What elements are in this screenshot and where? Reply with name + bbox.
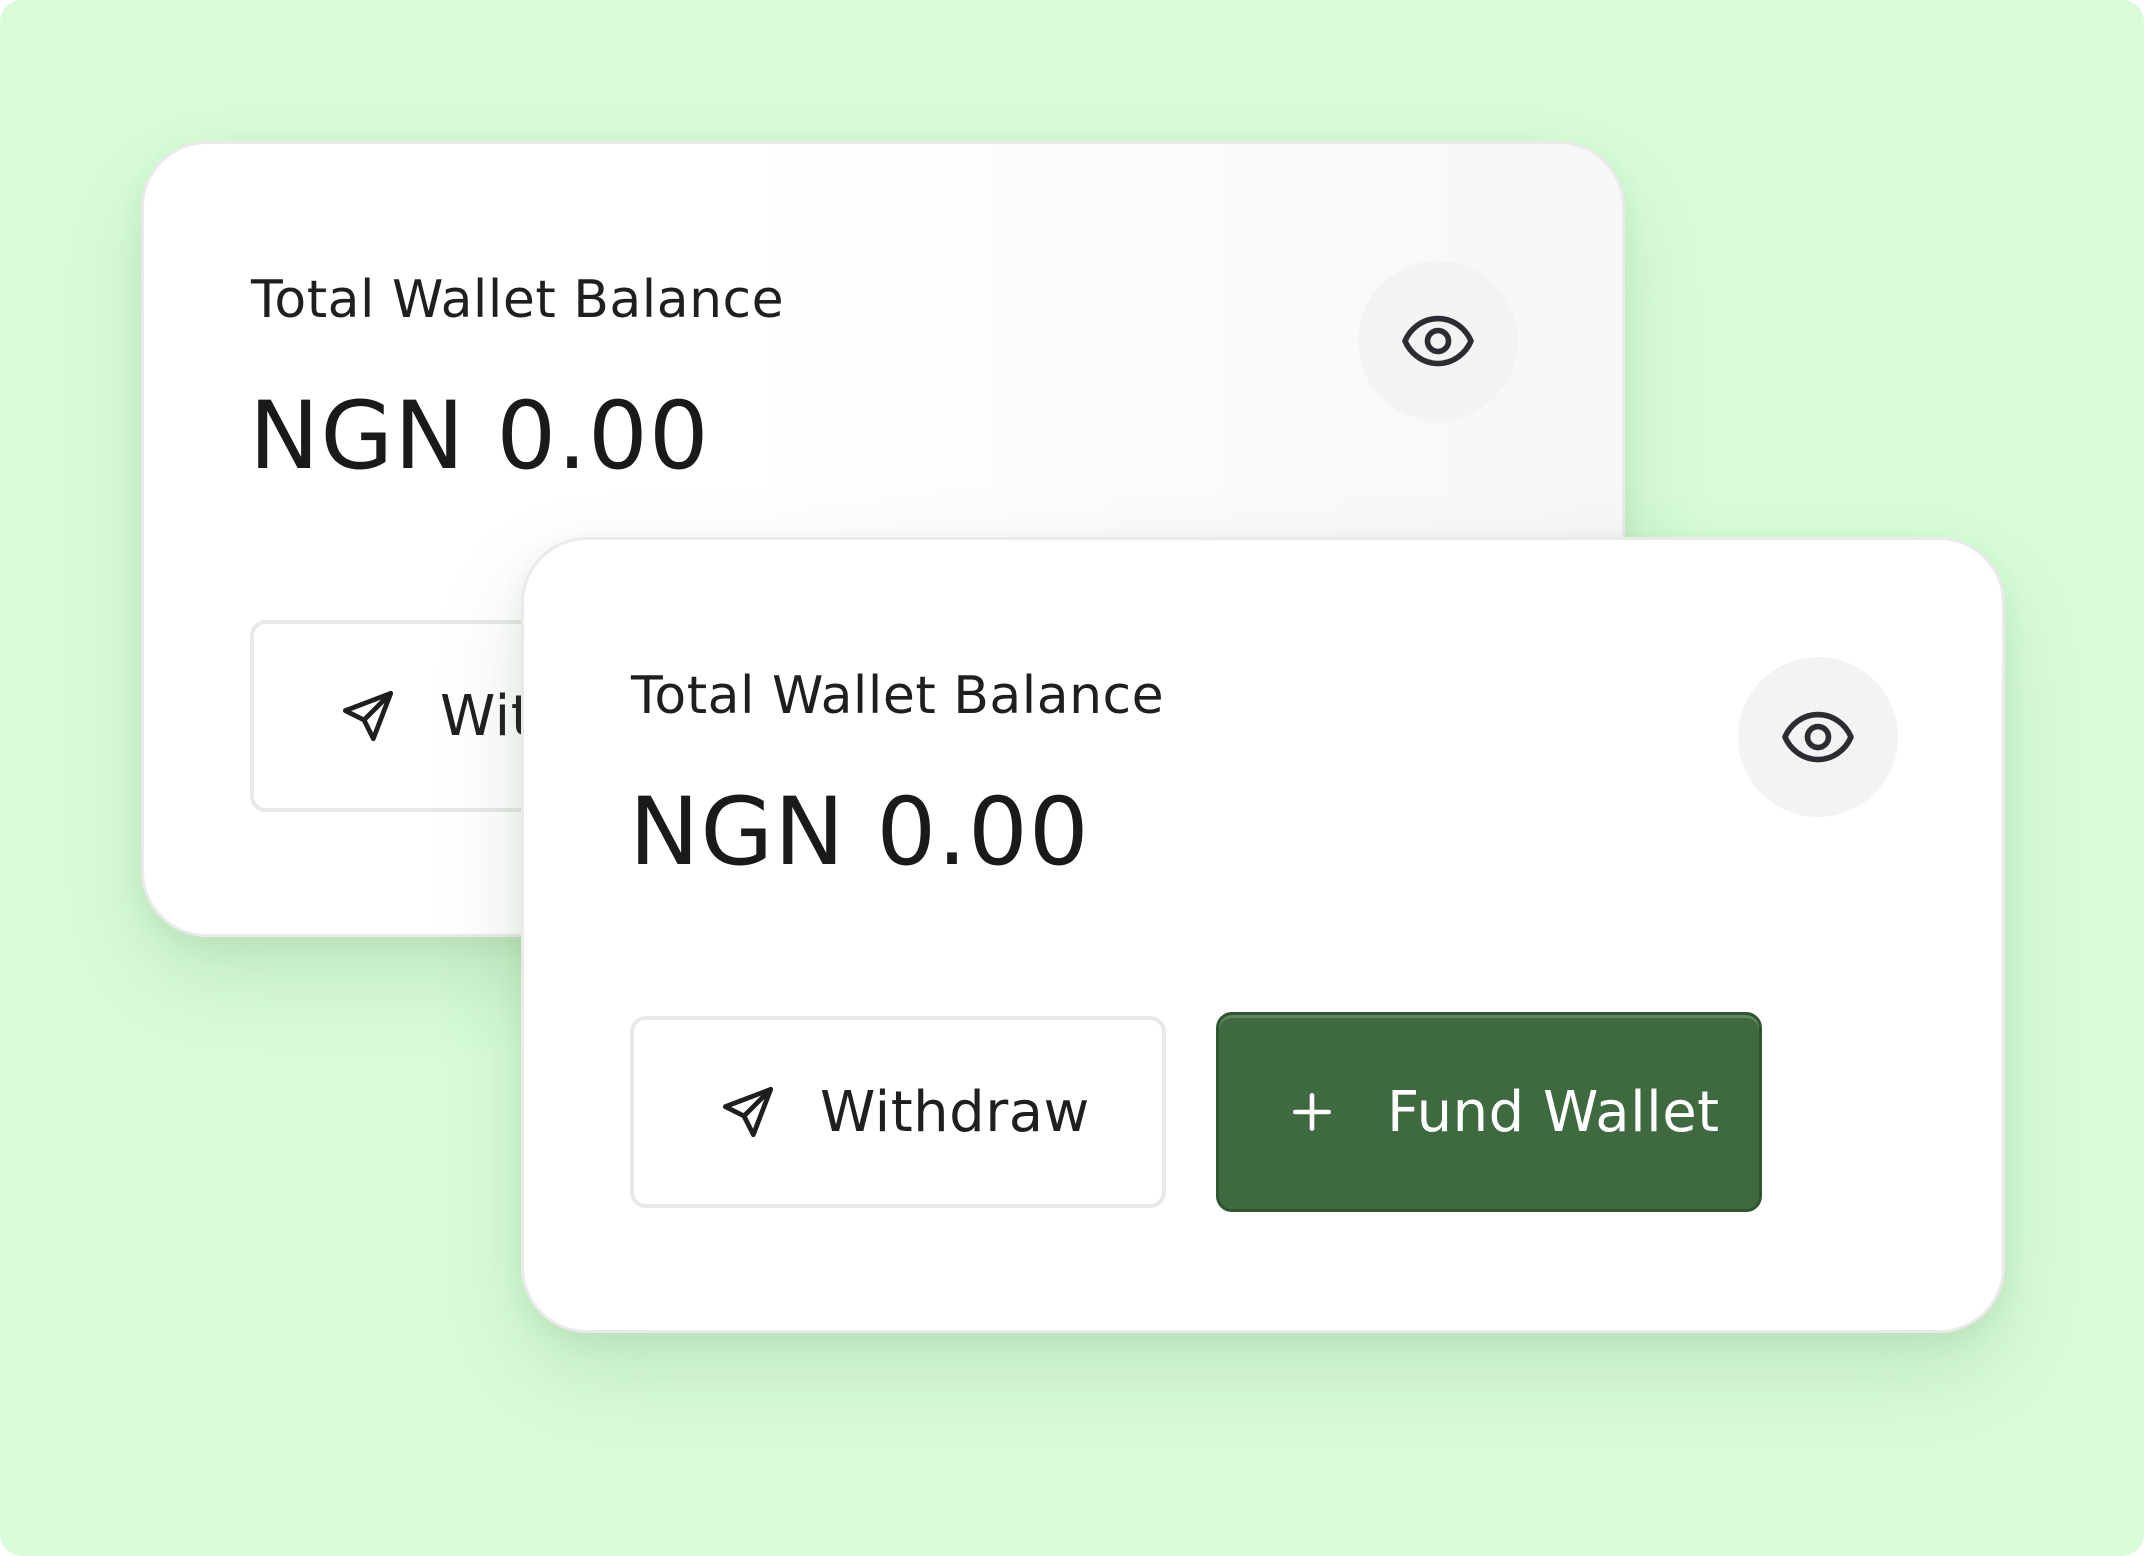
toggle-balance-visibility-button[interactable] — [1738, 657, 1898, 817]
fund-wallet-button[interactable]: Fund Wallet — [1216, 1012, 1762, 1212]
plus-icon — [1293, 1093, 1331, 1131]
balance-amount: NGN 0.00 — [249, 382, 710, 491]
eye-icon — [1402, 315, 1474, 367]
send-icon — [722, 1086, 774, 1138]
wallet-showcase: Total Wallet Balance NGN 0.00 Withdraw T… — [0, 0, 2144, 1556]
withdraw-label: Withdraw — [820, 1079, 1090, 1145]
withdraw-button[interactable]: Withdraw — [630, 1016, 1166, 1208]
eye-icon — [1782, 711, 1854, 763]
fund-wallet-label: Fund Wallet — [1387, 1079, 1720, 1145]
balance-title: Total Wallet Balance — [251, 270, 785, 330]
wallet-balance-card: Total Wallet Balance NGN 0.00 Withdraw F… — [521, 537, 2005, 1333]
balance-amount: NGN 0.00 — [629, 778, 1090, 887]
send-icon — [342, 690, 394, 742]
toggle-balance-visibility-button[interactable] — [1358, 261, 1518, 421]
balance-title: Total Wallet Balance — [631, 666, 1165, 726]
